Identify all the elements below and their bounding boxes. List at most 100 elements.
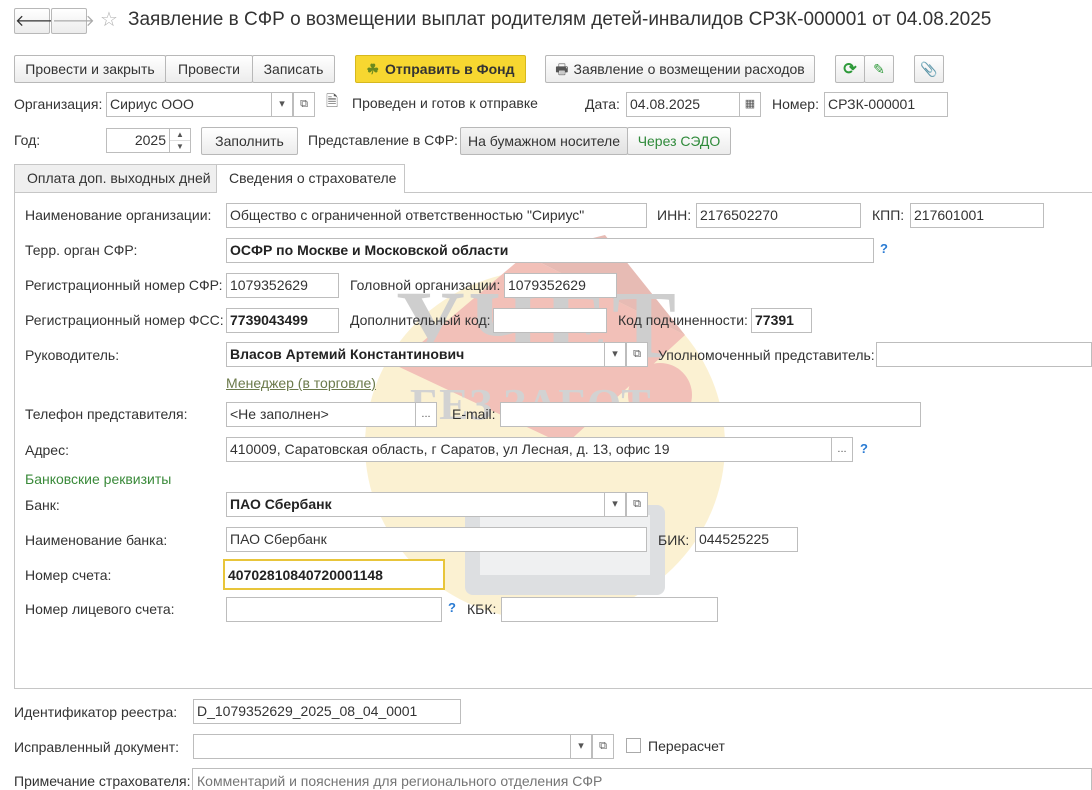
address-select-button[interactable]: ...: [831, 437, 853, 462]
dropdown-icon: ▾: [279, 98, 285, 110]
save-button[interactable]: Записать: [252, 55, 335, 83]
registry-field[interactable]: D_1079352629_2025_08_04_0001: [193, 699, 461, 724]
page-title: Заявление в СФР о возмещении выплат роди…: [128, 9, 992, 30]
phone-field[interactable]: <Не заполнен>: [226, 402, 416, 427]
send-fund-label: Отправить в Фонд: [385, 61, 515, 77]
send-to-fund-button[interactable]: ☘ Отправить в Фонд: [355, 55, 526, 83]
stepper-up-icon[interactable]: ▲: [170, 129, 190, 141]
reg-sfr-label: Регистрационный номер СФР:: [25, 277, 223, 293]
kbk-label: КБК:: [467, 601, 497, 617]
org-name-field[interactable]: Общество с ограниченной ответственностью…: [226, 203, 647, 228]
kbk-field[interactable]: [501, 597, 718, 622]
number-label: Номер:: [772, 96, 819, 112]
address-help-icon[interactable]: ?: [860, 441, 868, 456]
tab-insurer-info[interactable]: Сведения о страхователе: [216, 164, 405, 193]
stepper-down-icon[interactable]: ▼: [170, 141, 190, 152]
year-field[interactable]: 2025: [106, 128, 170, 153]
manager-position-link[interactable]: Менеджер (в торговле): [226, 374, 376, 392]
sedo-option-button[interactable]: Через СЭДО: [627, 127, 731, 155]
representation-label: Представление в СФР:: [308, 132, 458, 148]
ellipsis-icon: ...: [421, 408, 431, 420]
paper-option-button[interactable]: На бумажном носителе: [460, 127, 628, 155]
status-posted-icon: 🗎: [326, 93, 339, 110]
bik-field[interactable]: 044525225: [695, 527, 798, 552]
save-label: Записать: [263, 61, 324, 77]
organization-label: Организация:: [14, 96, 103, 112]
account-field[interactable]: 40702810840720001148: [223, 559, 445, 590]
head-org-field[interactable]: 1079352629: [504, 273, 617, 298]
paper-option-label: На бумажном носителе: [467, 133, 621, 149]
number-field[interactable]: СРЗК-000001: [824, 92, 948, 117]
head-open-button[interactable]: ⧉: [626, 342, 648, 367]
ellipsis-icon: ...: [837, 443, 847, 455]
year-stepper[interactable]: ▲ ▼: [169, 128, 191, 153]
bank-section-title: Банковские реквизиты: [25, 471, 172, 487]
unpost-icon: ✎: [873, 61, 885, 77]
sub-code-field[interactable]: 77391: [751, 308, 812, 333]
email-label: E-mail:: [452, 406, 496, 422]
bank-name-field[interactable]: ПАО Сбербанк: [226, 527, 647, 552]
favorite-star-icon[interactable]: ☆: [100, 9, 118, 31]
head-dropdown-button[interactable]: ▾: [604, 342, 626, 367]
personal-account-field[interactable]: [226, 597, 442, 622]
date-field[interactable]: 04.08.2025: [626, 92, 740, 117]
dropdown-icon: ▾: [612, 498, 618, 510]
phone-select-button[interactable]: ...: [415, 402, 437, 427]
refresh-icon: ⟳: [843, 61, 857, 78]
bank-open-button[interactable]: ⧉: [626, 492, 648, 517]
inn-field[interactable]: 2176502270: [696, 203, 861, 228]
address-field[interactable]: 410009, Саратовская область, г Саратов, …: [226, 437, 832, 462]
post-and-close-button[interactable]: Провести и закрыть: [14, 55, 166, 83]
add-code-label: Дополнительный код:: [350, 312, 491, 328]
corrected-doc-field[interactable]: [193, 734, 571, 759]
note-input[interactable]: [192, 768, 1092, 790]
terr-field[interactable]: ОСФР по Москве и Московской области: [226, 238, 874, 263]
authorized-field[interactable]: [876, 342, 1092, 367]
head-field[interactable]: Власов Артемий Константинович: [226, 342, 605, 367]
forward-button[interactable]: 🡒: [51, 8, 95, 34]
attach-button[interactable]: 📎: [914, 55, 944, 83]
terr-help-icon[interactable]: ?: [880, 241, 888, 256]
bank-field[interactable]: ПАО Сбербанк: [226, 492, 605, 517]
head-org-label: Головной организации:: [350, 277, 501, 293]
year-label: Год:: [14, 132, 41, 148]
tab-additional-days[interactable]: Оплата доп. выходных дней: [14, 164, 217, 192]
arrow-right-icon: 🡒: [52, 13, 95, 30]
date-calendar-button[interactable]: ▦: [739, 92, 761, 117]
clear-post-button[interactable]: ✎: [864, 55, 894, 83]
organization-dropdown-button[interactable]: ▾: [271, 92, 293, 117]
fill-label: Заполнить: [215, 133, 284, 149]
head-label: Руководитель:: [25, 347, 120, 363]
printer-icon: 🖶: [555, 61, 569, 77]
back-button[interactable]: 🡐: [14, 8, 58, 34]
reg-sfr-field[interactable]: 1079352629: [226, 273, 339, 298]
bank-dropdown-button[interactable]: ▾: [604, 492, 626, 517]
sub-code-label: Код подчиненности:: [618, 312, 748, 328]
personal-account-help-icon[interactable]: ?: [448, 600, 456, 615]
fill-button[interactable]: Заполнить: [201, 127, 298, 155]
bik-label: БИК:: [658, 532, 690, 548]
corrected-doc-open-button[interactable]: ⧉: [592, 734, 614, 759]
add-code-field[interactable]: [493, 308, 607, 333]
reg-fss-field[interactable]: 7739043499: [226, 308, 339, 333]
reg-fss-label: Регистрационный номер ФСС:: [25, 312, 224, 328]
kpp-field[interactable]: 217601001: [910, 203, 1044, 228]
recalc-checkbox[interactable]: [626, 738, 641, 753]
corrected-doc-dropdown-button[interactable]: ▾: [570, 734, 592, 759]
post-label: Провести: [178, 61, 240, 77]
phone-label: Телефон представителя:: [25, 406, 188, 422]
date-label: Дата:: [585, 96, 620, 112]
inn-label: ИНН:: [657, 207, 692, 223]
organization-open-button[interactable]: ⧉: [293, 92, 315, 117]
post-button[interactable]: Провести: [165, 55, 253, 83]
calendar-icon: ▦: [744, 98, 756, 110]
organization-field[interactable]: Сириус ООО: [106, 92, 272, 117]
email-field[interactable]: [500, 402, 921, 427]
address-label: Адрес:: [25, 442, 69, 458]
open-icon: ⧉: [599, 740, 607, 752]
paperclip-icon: 📎: [920, 61, 938, 77]
refresh-button[interactable]: ⟳: [835, 55, 865, 83]
reimbursement-application-button[interactable]: 🖶 Заявление о возмещении расходов: [545, 55, 815, 83]
open-icon: ⧉: [633, 498, 641, 510]
open-icon: ⧉: [633, 348, 641, 360]
